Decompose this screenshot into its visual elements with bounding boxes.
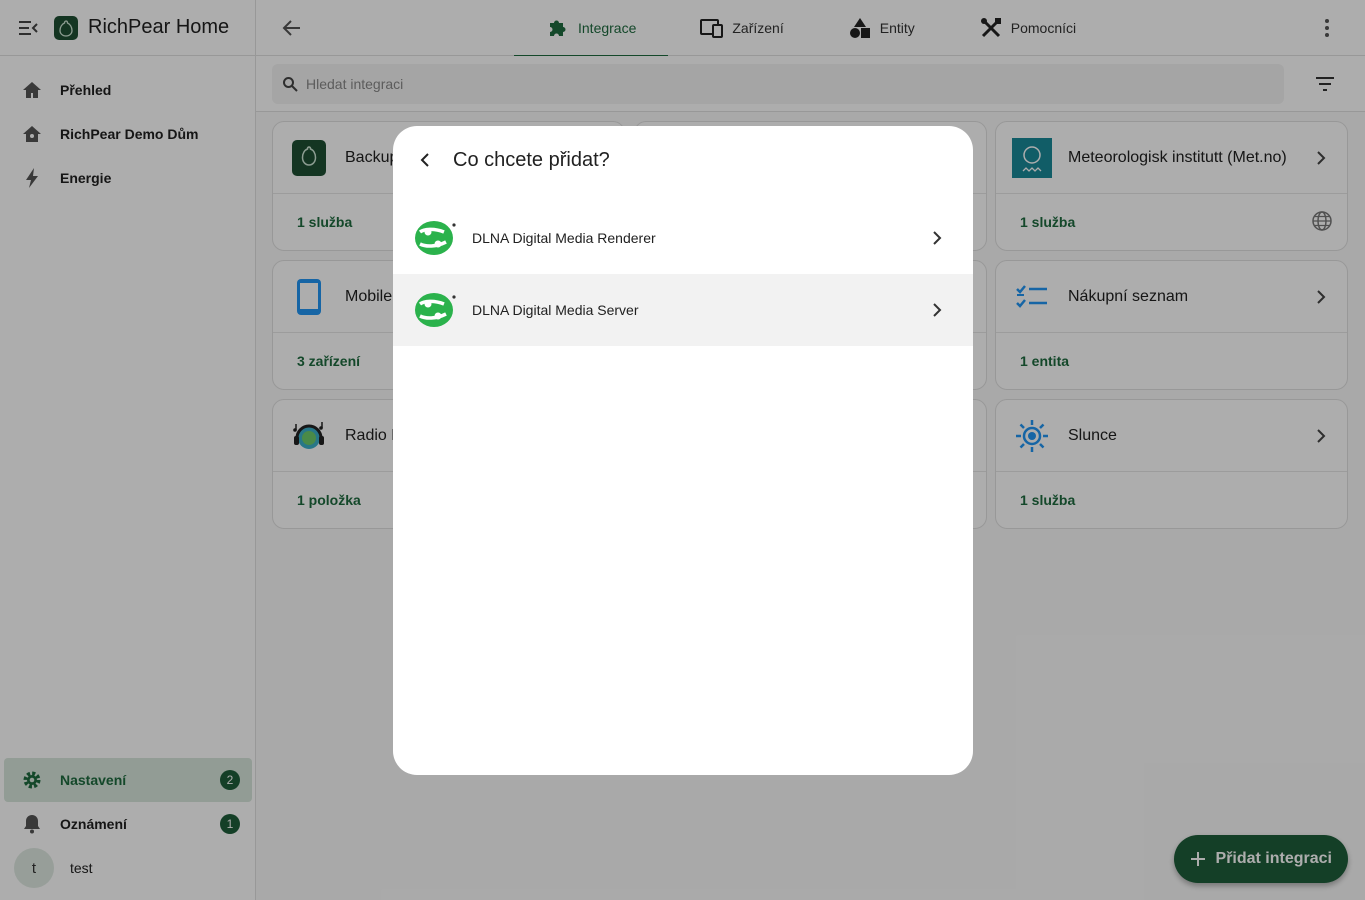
list-item-label: DLNA Digital Media Server [472,302,639,318]
add-integration-dialog: Co chcete přidat? DLNA Digital Media Ren… [393,126,973,775]
list-item-dlna-renderer[interactable]: DLNA Digital Media Renderer [393,202,973,274]
chevron-left-icon[interactable] [413,148,437,172]
chevron-right-icon [925,298,949,322]
dialog-title: Co chcete přidat? [453,148,610,171]
list-item-label: DLNA Digital Media Renderer [472,230,656,246]
dlna-logo-icon [415,293,456,327]
chevron-right-icon [925,226,949,250]
dialog-header: Co chcete přidat? [393,126,973,194]
dlna-logo-icon [415,221,456,255]
list-item-dlna-server[interactable]: DLNA Digital Media Server [393,274,973,346]
dialog-list: DLNA Digital Media Renderer DLNA Digital… [393,202,973,346]
